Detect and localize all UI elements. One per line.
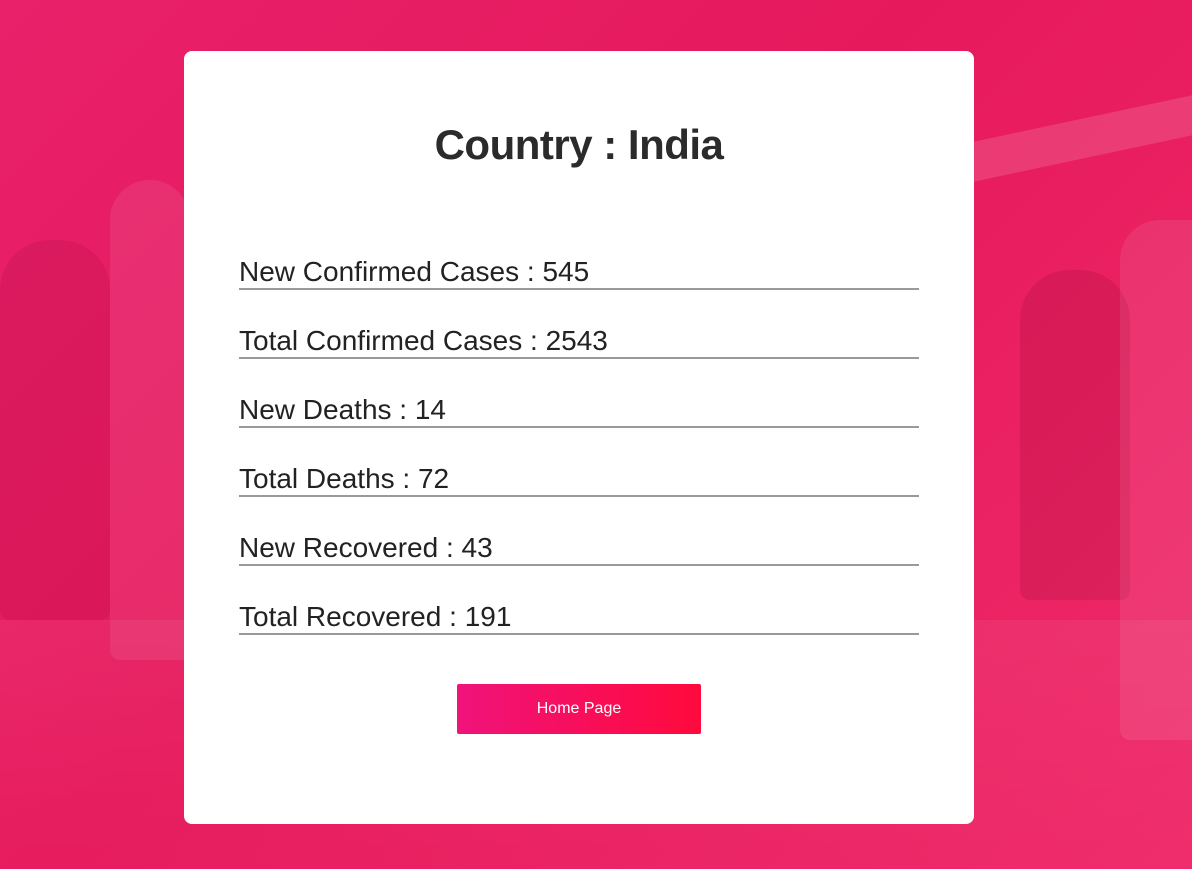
stat-label: Total Recovered	[239, 601, 442, 632]
stat-value: 14	[414, 394, 447, 425]
stat-label: New Confirmed Cases	[239, 256, 520, 287]
stat-separator: :	[394, 463, 418, 494]
stat-label: New Recovered	[239, 532, 439, 563]
stat-total-deaths: Total Deaths : 72	[239, 460, 919, 497]
stats-card: Country : India New Confirmed Cases : 54…	[184, 51, 974, 824]
stat-value: 43	[461, 532, 493, 563]
background-ceiling-light	[960, 95, 1192, 185]
home-page-button[interactable]: Home Page	[457, 684, 701, 734]
stat-new-recovered: New Recovered : 43	[239, 529, 919, 566]
stat-value: 191	[464, 601, 512, 632]
stat-separator: :	[519, 256, 543, 287]
background-figure-right	[1020, 270, 1130, 600]
stat-separator: :	[438, 532, 462, 563]
stat-value: 545	[542, 256, 590, 287]
background-figure-left	[0, 240, 110, 620]
background-figure-left-suit	[110, 180, 190, 660]
title-label: Country	[434, 121, 593, 168]
stats-list: New Confirmed Cases : 545 Total Confirme…	[239, 253, 919, 667]
stat-label: Total Confirmed Cases	[239, 325, 523, 356]
stat-total-confirmed: Total Confirmed Cases : 2543	[239, 322, 919, 359]
stat-new-confirmed: New Confirmed Cases : 545	[239, 253, 919, 290]
background-figure-right-suit	[1120, 220, 1192, 740]
stat-label: New Deaths	[239, 394, 392, 425]
stat-new-deaths: New Deaths : 14	[239, 391, 919, 428]
stat-value: 72	[417, 463, 450, 494]
stat-value: 2543	[545, 325, 608, 356]
title-separator: :	[592, 121, 628, 168]
stat-separator: :	[391, 394, 415, 425]
page-title: Country : India	[184, 121, 974, 169]
stat-total-recovered: Total Recovered : 191	[239, 598, 919, 635]
stat-label: Total Deaths	[239, 463, 395, 494]
stat-separator: :	[441, 601, 465, 632]
stat-separator: :	[522, 325, 546, 356]
country-name: India	[627, 121, 724, 168]
